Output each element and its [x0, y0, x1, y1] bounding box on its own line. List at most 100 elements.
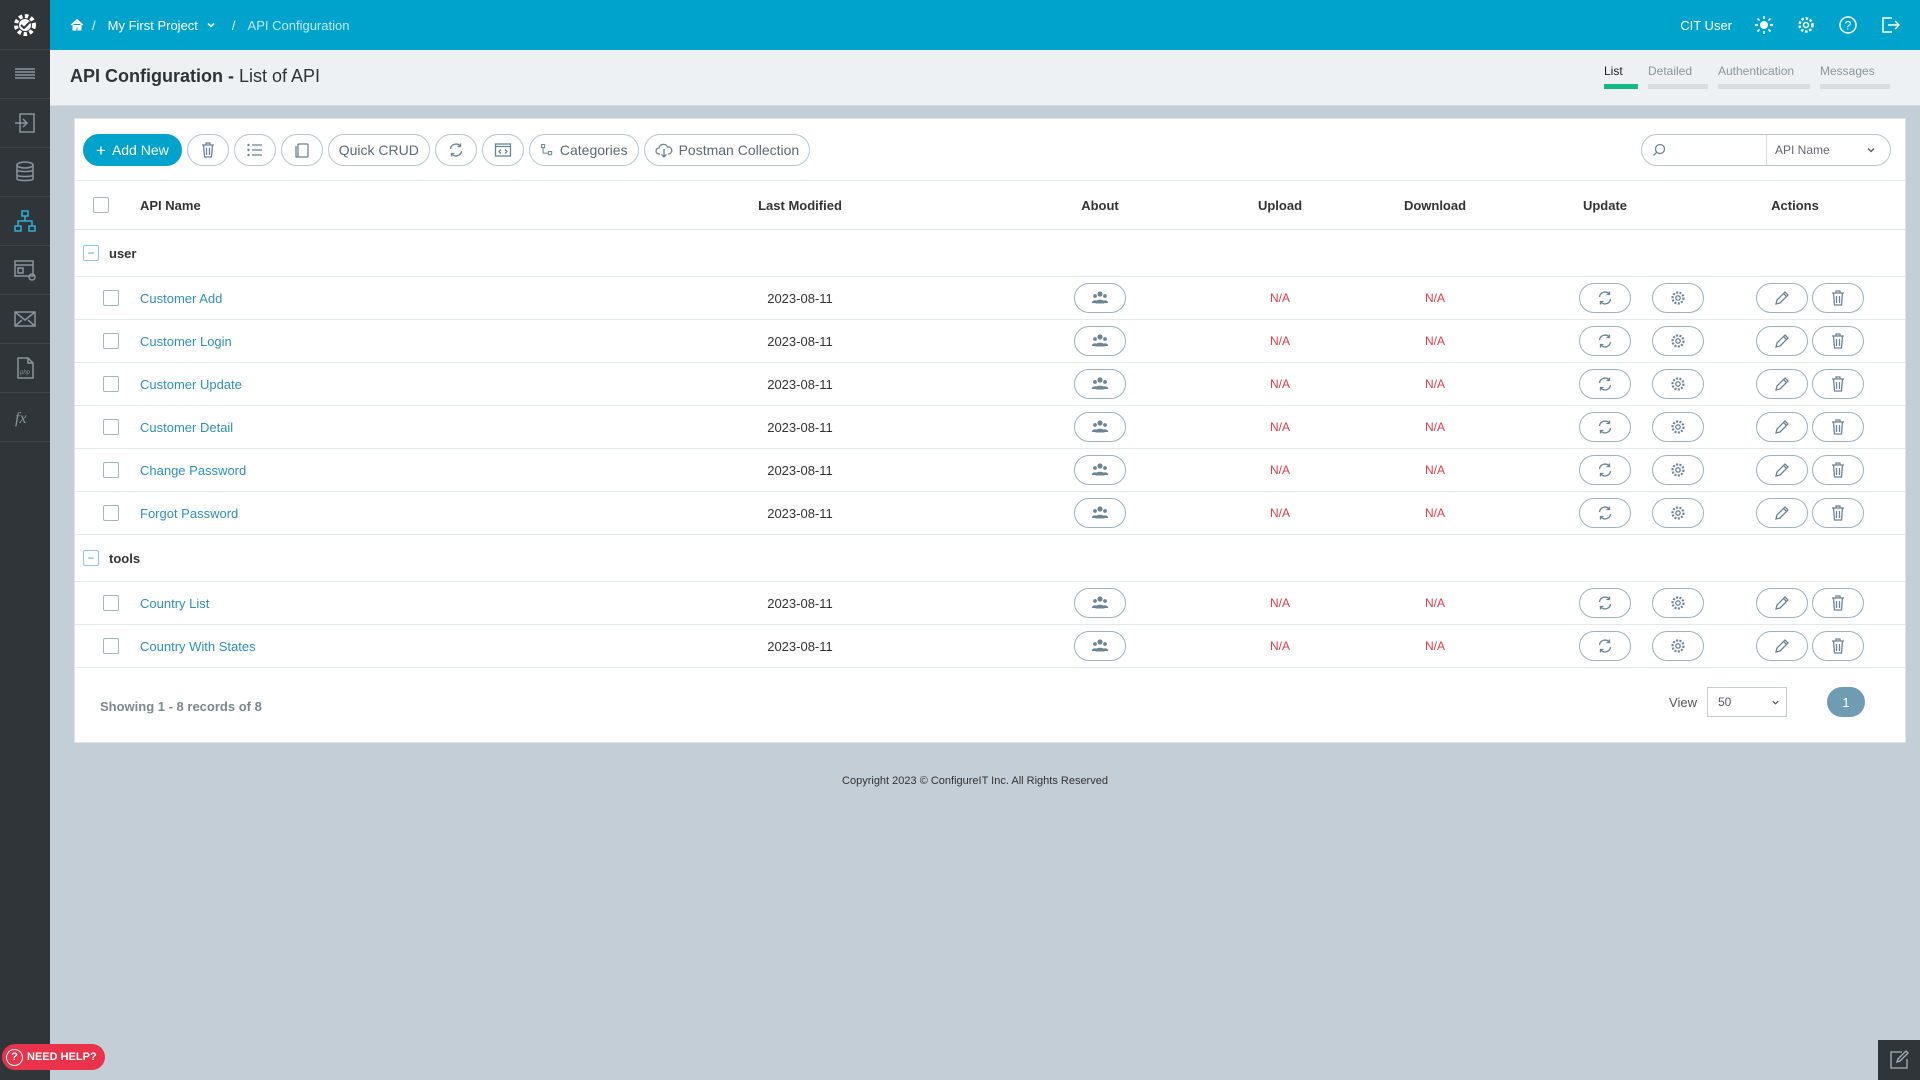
- delete-button[interactable]: [1812, 369, 1864, 399]
- update-button[interactable]: [1579, 369, 1631, 399]
- categories-button[interactable]: Categories: [528, 134, 639, 166]
- row-checkbox[interactable]: [103, 462, 119, 478]
- search-field-select[interactable]: API Name: [1767, 135, 1890, 165]
- mail-icon[interactable]: [0, 295, 50, 344]
- upload-status: N/A: [1269, 377, 1290, 391]
- delete-button[interactable]: [1812, 498, 1864, 528]
- delete-button[interactable]: [1812, 283, 1864, 313]
- about-button[interactable]: [1074, 498, 1126, 528]
- delete-button[interactable]: [1812, 455, 1864, 485]
- api-name-link[interactable]: Country List: [140, 596, 209, 611]
- about-button[interactable]: [1074, 369, 1126, 399]
- edit-note-button[interactable]: [1878, 1040, 1920, 1080]
- api-name-link[interactable]: Customer Login: [140, 334, 232, 349]
- row-checkbox[interactable]: [103, 290, 119, 306]
- sign-in-icon[interactable]: [0, 99, 50, 148]
- update-button[interactable]: [1579, 498, 1631, 528]
- list-view-button[interactable]: [233, 134, 276, 166]
- delete-button[interactable]: [1812, 326, 1864, 356]
- row-checkbox[interactable]: [103, 419, 119, 435]
- update-button[interactable]: [1579, 326, 1631, 356]
- page-size-select[interactable]: 50: [1707, 687, 1787, 717]
- update-button[interactable]: [1579, 631, 1631, 661]
- update-button[interactable]: [1579, 455, 1631, 485]
- settings-button[interactable]: [1652, 631, 1704, 661]
- settings-button[interactable]: [1652, 369, 1704, 399]
- quick-crud-button[interactable]: Quick CRUD: [327, 134, 430, 166]
- page-button-1[interactable]: 1: [1827, 687, 1865, 717]
- app-logo[interactable]: [0, 0, 50, 50]
- row-checkbox[interactable]: [103, 638, 119, 654]
- edit-button[interactable]: [1756, 283, 1808, 313]
- api-name-link[interactable]: Customer Detail: [140, 420, 233, 435]
- about-button[interactable]: [1074, 588, 1126, 618]
- sun-icon[interactable]: [1754, 15, 1774, 35]
- copy-button[interactable]: [280, 134, 323, 166]
- delete-selected-button[interactable]: [186, 134, 229, 166]
- api-name-link[interactable]: Customer Add: [140, 291, 222, 306]
- tab-list[interactable]: List: [1604, 64, 1638, 89]
- edit-button[interactable]: [1756, 326, 1808, 356]
- header-last-modified[interactable]: Last Modified: [715, 181, 885, 229]
- header-api-name[interactable]: API Name: [140, 181, 201, 229]
- about-button[interactable]: [1074, 283, 1126, 313]
- settings-button[interactable]: [1652, 498, 1704, 528]
- edit-button[interactable]: [1756, 631, 1808, 661]
- update-button[interactable]: [1579, 283, 1631, 313]
- settings-button[interactable]: [1652, 588, 1704, 618]
- project-selector[interactable]: My First Project: [108, 18, 216, 33]
- need-help-button[interactable]: ? NEED HELP?: [2, 1044, 105, 1070]
- home-icon[interactable]: [70, 18, 84, 32]
- about-button[interactable]: [1074, 631, 1126, 661]
- settings-button[interactable]: [1652, 326, 1704, 356]
- api-name-link[interactable]: Forgot Password: [140, 506, 238, 521]
- logout-icon[interactable]: [1880, 15, 1900, 35]
- collapse-icon[interactable]: −: [83, 550, 99, 566]
- tab-authentication[interactable]: Authentication: [1718, 64, 1810, 89]
- refresh-button[interactable]: [434, 134, 477, 166]
- settings-button[interactable]: [1652, 412, 1704, 442]
- about-button[interactable]: [1074, 455, 1126, 485]
- about-button[interactable]: [1074, 412, 1126, 442]
- trash-icon: [1829, 461, 1847, 479]
- tab-messages[interactable]: Messages: [1820, 64, 1890, 89]
- code-view-button[interactable]: [481, 134, 524, 166]
- row-checkbox[interactable]: [103, 505, 119, 521]
- row-checkbox[interactable]: [103, 333, 119, 349]
- php-file-icon[interactable]: php: [0, 344, 50, 393]
- update-button[interactable]: [1579, 412, 1631, 442]
- delete-button[interactable]: [1812, 631, 1864, 661]
- api-name-link[interactable]: Change Password: [140, 463, 246, 478]
- edit-button[interactable]: [1756, 369, 1808, 399]
- settings-button[interactable]: [1652, 455, 1704, 485]
- gear-icon[interactable]: [1796, 15, 1816, 35]
- group-toggle-cell: − tools: [83, 535, 140, 581]
- upload-status: N/A: [1269, 506, 1290, 520]
- select-all-checkbox[interactable]: [93, 197, 109, 213]
- edit-button[interactable]: [1756, 412, 1808, 442]
- api-name-link[interactable]: Country With States: [140, 639, 256, 654]
- help-icon[interactable]: ?: [1838, 15, 1858, 35]
- row-checkbox[interactable]: [103, 595, 119, 611]
- delete-button[interactable]: [1812, 412, 1864, 442]
- function-icon[interactable]: fx: [0, 393, 50, 442]
- page-settings-icon[interactable]: [0, 246, 50, 295]
- settings-button[interactable]: [1652, 283, 1704, 313]
- collapse-icon[interactable]: −: [83, 245, 99, 261]
- edit-button[interactable]: [1756, 455, 1808, 485]
- about-button[interactable]: [1074, 326, 1126, 356]
- edit-button[interactable]: [1756, 498, 1808, 528]
- api-name-link[interactable]: Customer Update: [140, 377, 242, 392]
- delete-button[interactable]: [1812, 588, 1864, 618]
- update-button[interactable]: [1579, 588, 1631, 618]
- postman-collection-button[interactable]: Postman Collection: [643, 134, 811, 166]
- row-checkbox[interactable]: [103, 376, 119, 392]
- menu-toggle-icon[interactable]: [0, 50, 50, 99]
- tab-detailed[interactable]: Detailed: [1648, 64, 1708, 89]
- search-input[interactable]: [1670, 143, 1750, 157]
- api-hierarchy-icon[interactable]: [0, 197, 50, 246]
- database-icon[interactable]: [0, 148, 50, 197]
- edit-button[interactable]: [1756, 588, 1808, 618]
- add-new-button[interactable]: + Add New: [83, 134, 182, 166]
- user-name[interactable]: CIT User: [1680, 18, 1732, 33]
